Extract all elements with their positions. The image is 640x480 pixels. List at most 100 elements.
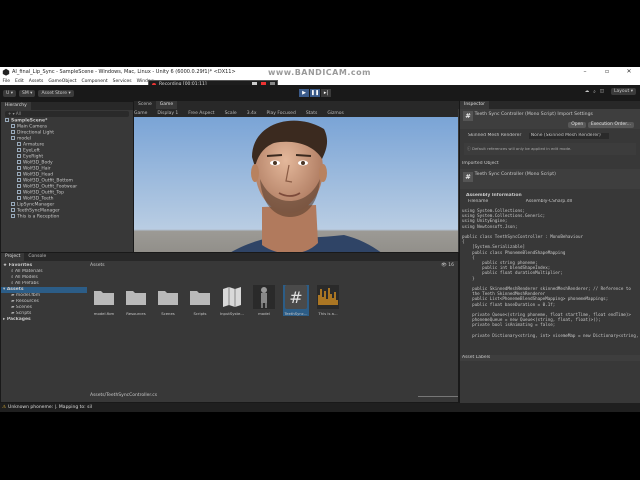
packages-label: Packages: [6, 317, 31, 322]
menu-file[interactable]: File: [0, 79, 13, 84]
asset-label: TeethSync...: [284, 311, 308, 316]
zoom-slider[interactable]: [418, 396, 458, 400]
folder-icon: ▰: [11, 299, 15, 304]
gameobject-icon: [11, 202, 15, 206]
asset-item[interactable]: This is a...: [315, 285, 341, 316]
asset-store-button[interactable]: Asset Store ▾: [38, 89, 74, 97]
script-title: Teeth Sync Controller (Mono Script): [474, 172, 556, 177]
status-message[interactable]: Unknown phoneme: |. Mapping to: sil: [8, 405, 92, 410]
packages-header[interactable]: ▸ Packages: [1, 317, 87, 323]
hierarchy-item-label: model: [17, 136, 32, 142]
pause-button[interactable]: ❚❚: [310, 89, 320, 97]
menu-assets[interactable]: Assets: [26, 79, 46, 84]
gameobject-icon: [11, 208, 15, 212]
asset-tree: ▰ model.fbm ▰ Resources ▰ Scenes ▰ Scripts: [1, 293, 87, 317]
layout-button[interactable]: Layout ▾: [610, 88, 636, 95]
info-note-text: Default references will only be applied …: [472, 146, 572, 151]
hierarchy-item-label: LipSyncManager: [17, 202, 55, 208]
asset-label: This is a...: [318, 311, 338, 316]
display-dropdown[interactable]: Display 1: [157, 111, 178, 116]
play-focused-dropdown[interactable]: Play Focused: [267, 111, 296, 116]
hierarchy-search[interactable]: + ▾ All: [5, 111, 129, 117]
folder-icon: [158, 291, 178, 305]
aspect-dropdown[interactable]: Free Aspect: [188, 111, 214, 116]
scale-value[interactable]: 3.4x: [247, 111, 257, 116]
hierarchy-item[interactable]: This is a Reception: [1, 214, 133, 220]
favorite-item-label: All Materials: [14, 269, 43, 274]
asset-item[interactable]: model.fbm: [91, 285, 117, 316]
tab-game[interactable]: Game: [155, 101, 178, 109]
asset-item[interactable]: model: [251, 285, 277, 316]
gameobject-icon: [17, 178, 21, 182]
project-panel: Project Console ★ Favorites ⌕ All Materi…: [0, 252, 459, 403]
watermark: www.BANDICAM.com: [268, 68, 371, 77]
asset-label: model: [258, 311, 270, 316]
favorite-item-label: All Models: [14, 275, 38, 280]
info-icon: ⓘ: [467, 146, 471, 151]
skinned-field: Skinned Mesh Renderer None (Skinned Mesh…: [460, 133, 640, 139]
model-icon: [253, 285, 275, 309]
screen: AI_final_Lip_Sync - SampleScene - Window…: [0, 0, 640, 480]
cloud-icon[interactable]: ☁: [585, 89, 590, 94]
skinned-input[interactable]: None (Skinned Mesh Renderer): [528, 133, 609, 139]
maximize-icon[interactable]: ▫: [596, 67, 618, 77]
layout-label: Layout: [613, 89, 630, 94]
stats-button[interactable]: Stats: [306, 111, 318, 116]
asset-item[interactable]: Scenes: [155, 285, 181, 316]
asset-thumbnail: [92, 285, 116, 309]
tab-console[interactable]: Console: [24, 253, 50, 261]
layers-icon[interactable]: ◫: [600, 89, 604, 94]
tab-project[interactable]: Project: [1, 253, 25, 261]
asset-path: Assets/TeethSyncController.cs: [90, 393, 158, 398]
execution-order-button[interactable]: Execution Order...: [587, 122, 634, 128]
asset-item[interactable]: Resources: [123, 285, 149, 316]
project-tree: ★ Favorites ⌕ All Materials ⌕ All Models ⌕…: [1, 263, 87, 393]
asset-grid: model.fbm Resources Scenes Scripts InputSyst…: [91, 285, 341, 316]
open-button[interactable]: Open: [568, 122, 587, 128]
asset-item[interactable]: Scripts: [187, 285, 213, 316]
script-source: using System.Collections; using System.C…: [462, 208, 639, 338]
asset-item[interactable]: InputSyste...: [219, 285, 245, 316]
tab-hierarchy[interactable]: Hierarchy: [1, 102, 31, 110]
asset-thumbnail: [156, 285, 180, 309]
menu-component[interactable]: Component: [79, 79, 110, 84]
asset-tree-label: Scripts: [15, 311, 32, 316]
favorites-label: Favorites: [8, 263, 33, 268]
menu-edit[interactable]: Edit: [13, 79, 27, 84]
scale-label: Scale: [224, 110, 237, 116]
asset-path-bar: Assets/TeethSyncController.cs: [87, 393, 458, 400]
tab-scene[interactable]: Scene: [134, 101, 156, 109]
hierarchy-item-label: Wolf3D_Head: [23, 172, 54, 178]
play-button[interactable]: ▶: [299, 89, 309, 97]
folder-icon: ▰: [11, 305, 15, 310]
gizmos-button[interactable]: Gizmos: [327, 111, 344, 116]
skinned-label: Skinned Mesh Renderer: [468, 133, 522, 138]
asset-tree-label: Scenes: [15, 305, 32, 310]
gameobject-icon: [17, 172, 21, 176]
assets-breadcrumb[interactable]: Assets: [87, 263, 458, 271]
minimize-icon[interactable]: –: [574, 67, 596, 77]
asset-item[interactable]: # TeethSync...: [283, 285, 309, 316]
gameobject-icon: [17, 148, 21, 152]
hierarchy-list: SampleScene* Main Camera Directional Light…: [1, 118, 133, 220]
account-label: U: [6, 90, 10, 96]
gameobject-icon: [17, 184, 21, 188]
asset-thumbnail: [316, 285, 340, 309]
inspector-title: Teeth Sync Controller (Mono Script) Impo…: [474, 112, 593, 117]
asset-thumbnail: [252, 285, 276, 309]
sm-button[interactable]: SM ▾: [19, 89, 36, 97]
step-button[interactable]: ▸|: [321, 89, 331, 97]
account-button[interactable]: U ▾: [3, 89, 16, 97]
menu-services[interactable]: Services: [110, 79, 134, 84]
menu-gameobject[interactable]: GameObject: [46, 79, 79, 84]
search-icon[interactable]: ⌕: [593, 89, 596, 95]
gameobject-icon: [11, 214, 15, 218]
game-mode-dropdown[interactable]: Game: [134, 111, 147, 116]
status-bar: ⚠ Unknown phoneme: |. Mapping to: sil: [0, 403, 640, 412]
tab-inspector[interactable]: Inspector: [460, 101, 489, 109]
warning-icon: ⚠: [2, 405, 7, 410]
asset-label: model.fbm: [93, 311, 115, 316]
asset-thumbnail: [124, 285, 148, 309]
close-icon[interactable]: ✕: [618, 67, 640, 77]
hierarchy-filter: All: [15, 111, 21, 116]
